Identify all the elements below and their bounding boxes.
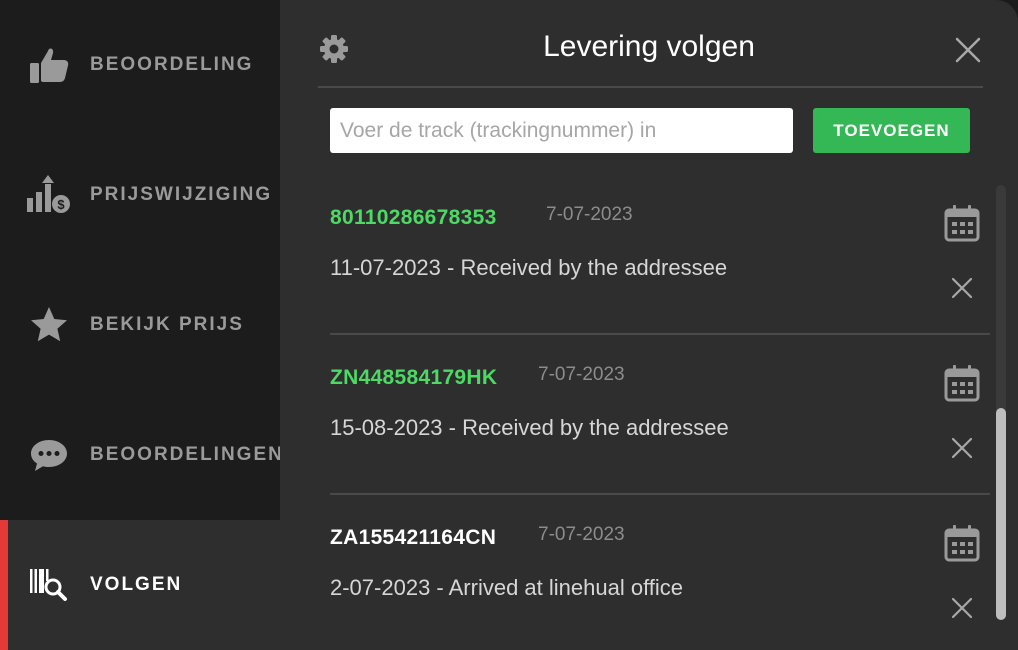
delete-icon[interactable] [950,276,974,300]
app-window: BEOORDELING $ PRIJSWIJZIGING BEKIJK PRIJ… [0,0,1018,650]
star-icon [26,302,72,348]
page-title: Levering volgen [543,30,755,63]
sidebar: BEOORDELING $ PRIJSWIJZIGING BEKIJK PRIJ… [0,0,282,650]
header-divider [318,86,983,88]
panel-header: Levering volgen [280,0,1018,86]
add-button[interactable]: TOEVOEGEN [813,108,970,153]
sidebar-item-volgen[interactable]: VOLGEN [0,520,280,650]
calendar-icon[interactable] [944,204,980,242]
sidebar-item-label: VOLGEN [90,574,183,595]
close-icon[interactable] [952,34,984,66]
calendar-icon[interactable] [944,524,980,562]
sidebar-item-beoordelingen[interactable]: BEOORDELINGEN [0,390,282,520]
row-divider [330,493,990,495]
tracking-status: 11-07-2023 - Received by the addressee [330,255,728,280]
tracking-date: 7-07-2023 [538,524,625,545]
calendar-icon[interactable] [944,364,980,402]
row-divider [330,333,990,335]
tracking-status: 2-07-2023 - Arrived at linehual office [330,575,684,600]
chat-bubble-icon [26,432,72,478]
barcode-search-icon [26,562,72,608]
active-indicator [0,520,8,650]
tracking-panel: Levering volgen TOEVOEGEN 80110286678353… [280,0,1018,650]
sidebar-item-label: BEKIJK PRIJS [90,314,244,335]
tracking-number[interactable]: 80110286678353 [330,206,497,230]
sidebar-item-label: BEOORDELING [90,54,254,75]
price-change-icon: $ [26,172,72,218]
tracking-status: 15-08-2023 - Received by the addressee [330,415,729,440]
list-item: ZN448584179HK 7-07-2023 15-08-2023 - Rec… [330,340,990,500]
sidebar-item-label: PRIJSWIJZIGING [90,184,273,205]
sidebar-item-bekijk-prijs[interactable]: BEKIJK PRIJS [0,260,280,390]
tracking-number[interactable]: ZA155421164CN [330,526,496,550]
tracking-date: 7-07-2023 [538,364,625,385]
sidebar-item-beoordeling[interactable]: BEOORDELING [0,0,280,130]
sidebar-item-prijswijziging[interactable]: $ PRIJSWIJZIGING [0,130,280,260]
list-item: 80110286678353 7-07-2023 11-07-2023 - Re… [330,180,990,340]
list-item: ZA155421164CN 7-07-2023 2-07-2023 - Arri… [330,500,990,645]
tracking-number-input[interactable] [330,108,793,153]
tracking-number[interactable]: ZN448584179HK [330,366,497,390]
scrollbar-thumb[interactable] [996,408,1006,620]
thumbs-up-icon [26,42,72,88]
tracking-list: 80110286678353 7-07-2023 11-07-2023 - Re… [330,180,990,645]
sidebar-item-label: BEOORDELINGEN [90,444,284,465]
delete-icon[interactable] [950,436,974,460]
delete-icon[interactable] [950,596,974,620]
tracking-date: 7-07-2023 [546,204,633,225]
svg-text:$: $ [57,197,65,212]
